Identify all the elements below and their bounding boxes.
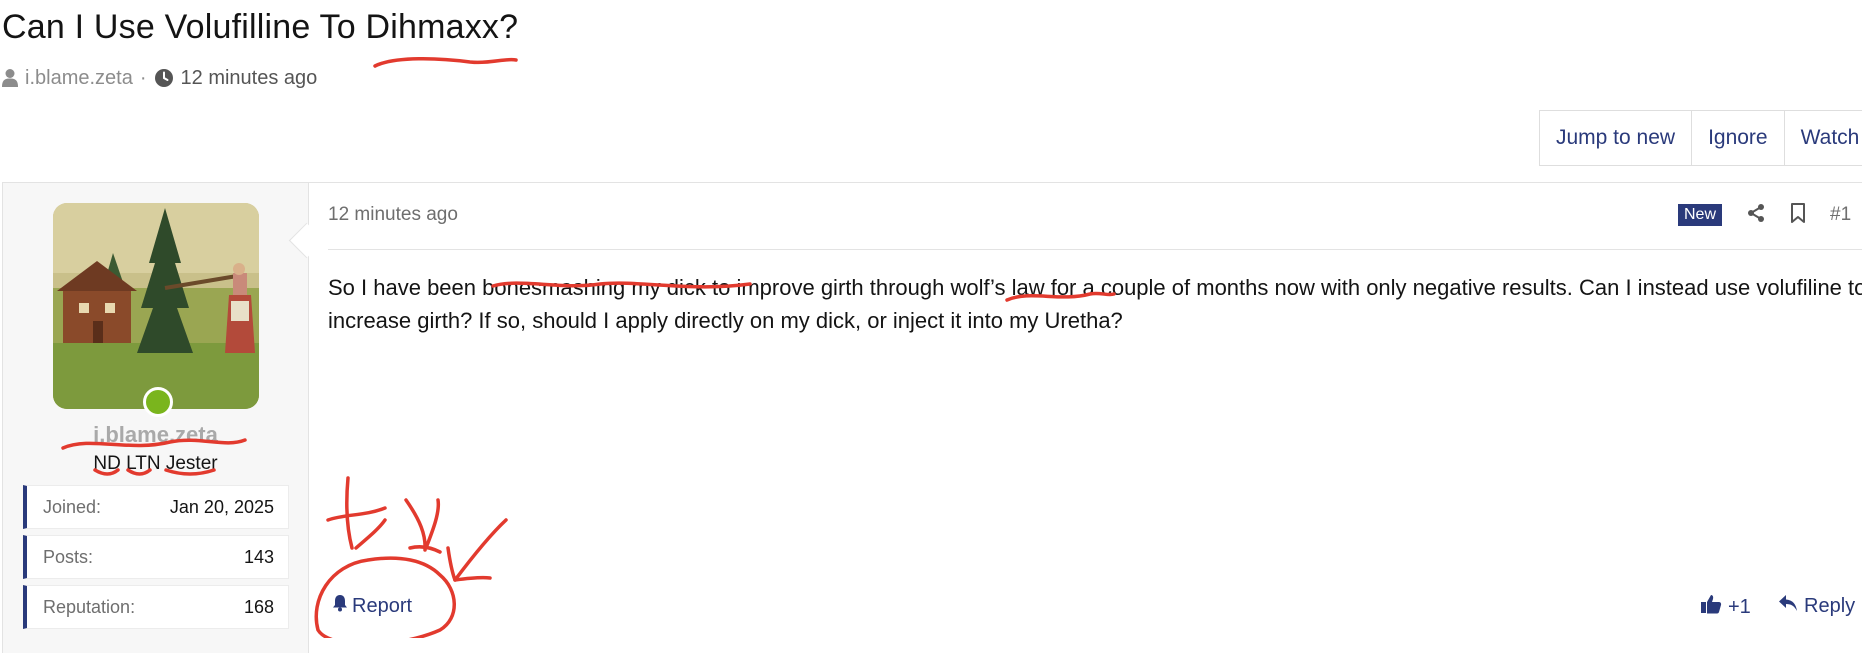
message-main: 12 minutes ago New #1 So I have been bon… <box>308 183 1862 653</box>
post-number[interactable]: #1 <box>1830 204 1851 226</box>
stat-value: 143 <box>243 546 274 567</box>
jump-to-new-button[interactable]: Jump to new <box>1540 111 1693 165</box>
post-header-divider <box>328 249 1862 250</box>
watch-button[interactable]: Watch <box>1785 111 1862 165</box>
message-post: i.blame.zeta ND LTN Jester Joined: Jan 2… <box>2 182 1862 653</box>
thread-author[interactable]: i.blame.zeta <box>25 67 133 90</box>
stat-value: 168 <box>243 596 274 617</box>
thread-meta: i.blame.zeta · 12 minutes ago <box>2 66 317 90</box>
thread-action-bar: Jump to new Ignore Watch <box>1539 110 1862 166</box>
stat-joined: Joined: Jan 20, 2025 <box>23 485 289 529</box>
username[interactable]: i.blame.zeta <box>3 422 308 448</box>
new-badge: New <box>1678 204 1723 226</box>
thread-title: Can I Use Volufilline To Dihmaxx? <box>2 8 519 46</box>
stat-label: Posts: <box>43 546 94 567</box>
stat-reputation: Reputation: 168 <box>23 585 289 629</box>
user-title: ND LTN Jester <box>93 453 218 474</box>
stat-posts: Posts: 143 <box>23 535 289 579</box>
bell-icon <box>332 594 348 618</box>
report-label: Report <box>352 594 413 617</box>
report-button[interactable]: Report <box>332 594 412 618</box>
reply-button[interactable]: Reply <box>1778 594 1855 618</box>
thumbs-up-icon <box>1700 594 1722 620</box>
ignore-button[interactable]: Ignore <box>1692 111 1785 165</box>
bookmark-icon[interactable] <box>1790 202 1806 228</box>
post-time[interactable]: 12 minutes ago <box>328 204 458 226</box>
user-icon <box>2 68 18 88</box>
avatar[interactable] <box>53 203 259 409</box>
post-body: So I have been bonesmashing my dick to i… <box>328 275 1862 333</box>
reply-icon <box>1778 594 1798 618</box>
thread-time[interactable]: 12 minutes ago <box>181 67 318 90</box>
user-stats: Joined: Jan 20, 2025 Posts: 143 Reputati… <box>23 485 289 635</box>
stat-label: Reputation: <box>43 596 136 617</box>
clock-icon <box>154 68 174 88</box>
like-count: +1 <box>1728 595 1751 618</box>
like-button[interactable]: +1 <box>1700 594 1751 620</box>
meta-separator: · <box>139 66 147 89</box>
post-tools: New #1 <box>1678 201 1851 229</box>
message-user-column: i.blame.zeta ND LTN Jester Joined: Jan 2… <box>3 183 325 653</box>
share-icon[interactable] <box>1746 203 1766 228</box>
stat-value: Jan 20, 2025 <box>169 496 274 517</box>
reply-label: Reply <box>1804 594 1856 617</box>
online-status-indicator <box>143 387 173 417</box>
stat-label: Joined: <box>43 496 102 517</box>
